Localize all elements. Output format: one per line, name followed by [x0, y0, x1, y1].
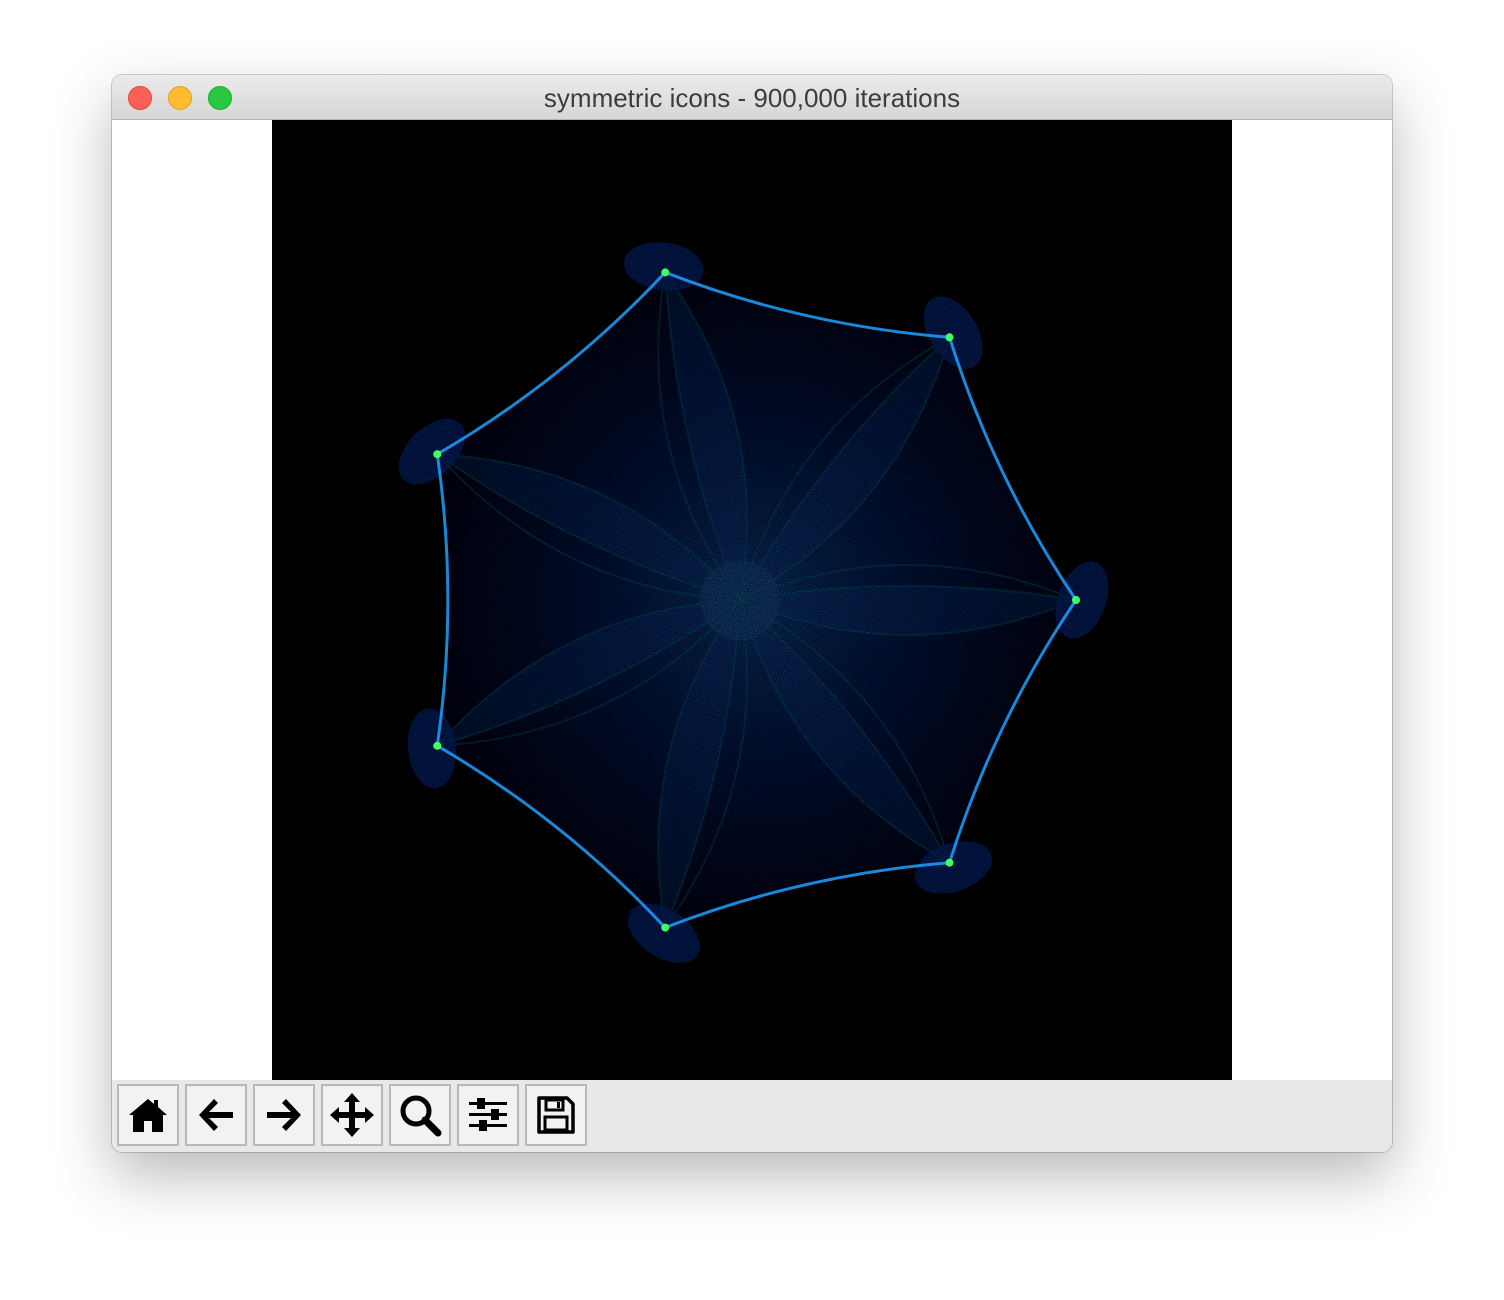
home-icon — [129, 1099, 167, 1132]
icon-vertex-highlight — [433, 741, 442, 750]
window-title: symmetric icons - 900,000 iterations — [543, 83, 961, 113]
icon-vertex-highlight — [433, 450, 442, 459]
magnifier-icon — [400, 1095, 442, 1137]
app-window: symmetric icons - 900,000 iterations — [112, 75, 1392, 1152]
arrow-left-icon — [199, 1099, 233, 1131]
icon-vertex-highlight — [945, 858, 954, 867]
sliders-icon — [469, 1098, 507, 1131]
title-bar[interactable]: symmetric icons - 900,000 iterations — [112, 75, 1392, 120]
pan-button[interactable] — [321, 1084, 383, 1146]
symmetric-icon-image[interactable] — [272, 120, 1232, 1080]
icon-vertex-highlight — [945, 333, 954, 342]
attractor-plot — [398, 242, 1109, 964]
back-button[interactable] — [185, 1084, 247, 1146]
zoom-button[interactable] — [389, 1084, 451, 1146]
forward-button[interactable] — [253, 1084, 315, 1146]
navigation-toolbar — [112, 1080, 1392, 1152]
figure-canvas[interactable] — [112, 120, 1392, 1080]
icon-vertex-highlight — [661, 268, 670, 277]
configure-subplots-button[interactable] — [457, 1084, 519, 1146]
arrow-right-icon — [267, 1099, 301, 1131]
icon-vertex-highlight — [1072, 596, 1080, 604]
icon-vertex-highlight — [661, 923, 670, 932]
home-button[interactable] — [117, 1084, 179, 1146]
move-icon — [330, 1093, 374, 1137]
icon-core — [700, 560, 780, 640]
save-button[interactable] — [525, 1084, 587, 1146]
floppy-disk-icon — [537, 1096, 575, 1134]
